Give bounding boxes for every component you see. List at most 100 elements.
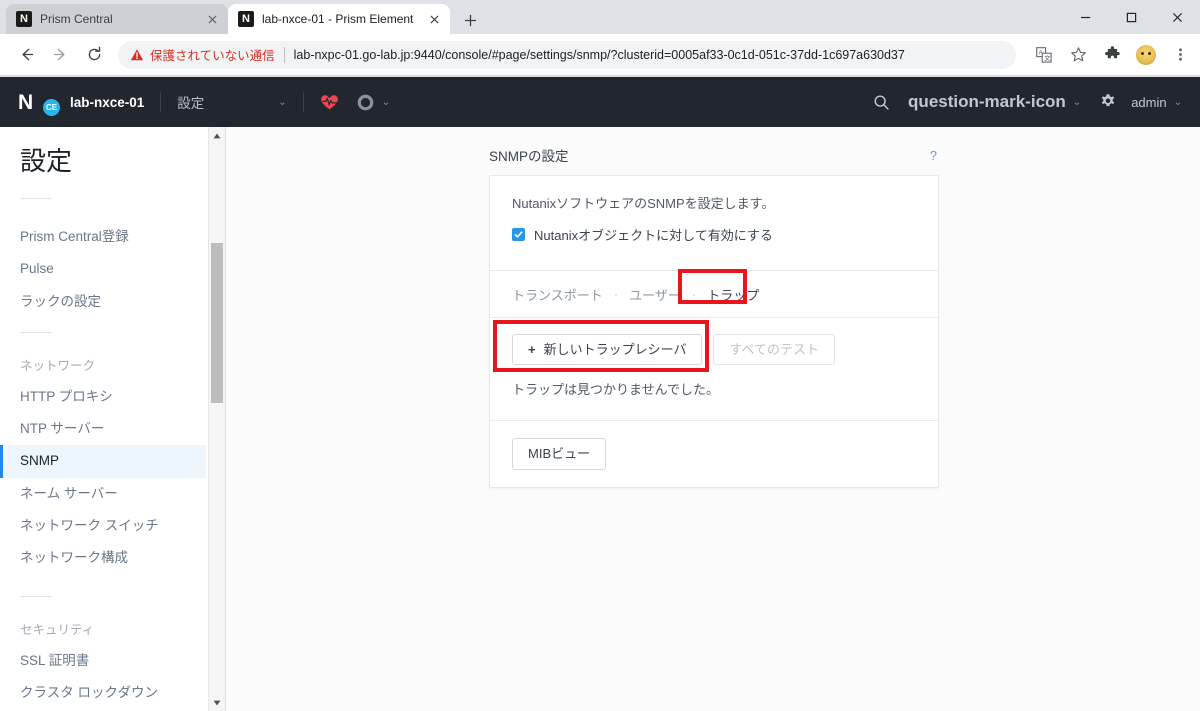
maximize-button[interactable] (1108, 0, 1154, 34)
not-secure-label: 保護されていない通信 (150, 49, 275, 63)
heart-pulse-icon[interactable] (320, 93, 339, 111)
sidebar-list: Prism Central登録 Pulse ラックの設定 ネットワーク HTTP… (0, 205, 206, 710)
sidebar-item-network-switch[interactable]: ネットワーク スイッチ (0, 510, 206, 542)
new-trap-receiver-button[interactable]: + 新しいトラップレシーバ (512, 333, 703, 366)
ring-status-icon[interactable] (357, 94, 374, 111)
panel-title: SNMPの設定 (489, 149, 569, 164)
sidebar-item-snmp[interactable]: SNMP (0, 445, 206, 478)
star-icon[interactable] (1064, 41, 1092, 69)
cluster-name[interactable]: lab-nxce-01 (70, 95, 144, 110)
nav-section-settings[interactable]: 設定 (177, 92, 204, 112)
snmp-card: NutanixソフトウェアのSNMPを設定します。 Nutanixオブジェクトに… (489, 175, 939, 488)
omnibox-divider (283, 46, 285, 63)
question-mark-icon[interactable]: question-mark-icon (908, 92, 1066, 112)
chevron-down-icon[interactable]: ⌄ (1174, 97, 1182, 108)
sidebar-item-cluster-lockdown[interactable]: クラスタ ロックダウン (0, 677, 206, 709)
tab-separator: · (613, 286, 619, 302)
chevron-down-icon[interactable]: ⌄ (1073, 97, 1081, 108)
search-icon[interactable] (873, 94, 890, 111)
snmp-tabs: トランスポート · ユーザー · トラップ (490, 271, 938, 317)
translate-icon[interactable]: A 文 (1030, 41, 1058, 69)
help-glyph: question-mark-icon (908, 92, 1066, 111)
sidebar-item-ssl-certificate[interactable]: SSL 証明書 (0, 645, 206, 677)
tab-title: lab-nxce-01 - Prism Element (262, 12, 414, 26)
main-content: SNMPの設定 ? NutanixソフトウェアのSNMPを設定します。 Nuta… (226, 127, 1200, 711)
chevron-down-icon[interactable]: ⌄ (382, 97, 390, 108)
panel-header: SNMPの設定 ? (489, 145, 939, 175)
tab-strip: N Prism Central N lab-nxce-01 - Prism El… (6, 4, 484, 34)
sidebar-divider (20, 331, 52, 333)
sidebar-item-name-server[interactable]: ネーム サーバー (0, 478, 206, 510)
tab-transport[interactable]: トランスポート (512, 285, 603, 304)
close-icon[interactable] (426, 11, 442, 27)
traps-empty-message: トラップは見つかりませんでした。 (512, 382, 719, 398)
mib-view-button[interactable]: MIBビュー (512, 438, 607, 470)
close-icon[interactable] (204, 11, 220, 27)
nutanix-favicon-icon: N (16, 11, 32, 27)
sidebar-divider (20, 197, 52, 199)
minimize-button[interactable] (1062, 0, 1108, 34)
sidebar-item-prism-central-registration[interactable]: Prism Central登録 (0, 221, 206, 253)
three-dot-menu-icon[interactable] (1166, 41, 1194, 69)
url-text: lab-nxpc-01.go-lab.jp:9440/console/#page… (293, 47, 905, 62)
settings-sidebar: 設定 Prism Central登録 Pulse ラックの設定 ネットワーク H… (0, 127, 225, 711)
help-icon[interactable]: ? (930, 148, 937, 163)
sidebar-group-security: セキュリティ (20, 623, 95, 638)
scroll-down-arrow-icon[interactable] (209, 694, 225, 711)
logo-mark: N (18, 90, 33, 114)
user-menu-label[interactable]: admin (1131, 95, 1166, 110)
checkbox-checked-icon[interactable] (512, 227, 525, 241)
tab-traps[interactable]: トラップ (707, 285, 759, 304)
trap-actions: + 新しいトラップレシーバ すべてのテスト (490, 318, 938, 366)
avatar-icon[interactable] (1132, 41, 1160, 69)
nutanix-favicon-icon: N (238, 11, 254, 27)
svg-text:文: 文 (1044, 54, 1050, 62)
back-arrow-icon[interactable] (12, 41, 40, 69)
title-bar: N Prism Central N lab-nxce-01 - Prism El… (0, 0, 1200, 34)
test-all-button[interactable]: すべてのテスト (713, 333, 836, 366)
sidebar-scrollbar[interactable] (208, 127, 225, 711)
new-trap-receiver-label: 新しいトラップレシーバ (543, 341, 687, 357)
nutanix-logo[interactable]: N CE (18, 89, 60, 116)
browser-toolbar: 保護されていない通信 lab-nxpc-01.go-lab.jp:9440/co… (0, 34, 1200, 76)
mib-section: MIBビュー (490, 421, 938, 487)
sidebar-item-rack-configuration[interactable]: ラックの設定 (0, 286, 206, 318)
address-bar[interactable]: 保護されていない通信 lab-nxpc-01.go-lab.jp:9440/co… (118, 40, 1016, 69)
sidebar-item-pulse[interactable]: Pulse (0, 253, 206, 285)
browser-tab-prism-central[interactable]: N Prism Central (6, 4, 228, 34)
nav-divider (302, 92, 304, 112)
scroll-up-arrow-icon[interactable] (209, 127, 225, 144)
sidebar-item-clipped[interactable] (0, 205, 206, 221)
sidebar-item-ntp-server[interactable]: NTP サーバー (0, 413, 206, 445)
browser-window: N Prism Central N lab-nxce-01 - Prism El… (0, 0, 1200, 711)
new-tab-button[interactable] (456, 6, 484, 34)
nav-divider (160, 92, 162, 112)
chevron-down-icon[interactable]: ⌄ (278, 97, 286, 108)
forward-arrow-icon[interactable] (46, 41, 74, 69)
snmp-settings-panel: SNMPの設定 ? NutanixソフトウェアのSNMPを設定します。 Nuta… (489, 145, 939, 488)
window-controls (1062, 0, 1200, 34)
sidebar-group-network: ネットワーク (20, 358, 96, 373)
snmp-description-section: NutanixソフトウェアのSNMPを設定します。 Nutanixオブジェクトに… (490, 176, 938, 270)
scrollbar-thumb[interactable] (211, 243, 223, 403)
tab-users[interactable]: ユーザー (629, 285, 681, 304)
browser-tab-prism-element[interactable]: N lab-nxce-01 - Prism Element (228, 4, 450, 34)
sidebar-divider (20, 596, 52, 598)
not-secure-warning-icon (130, 48, 144, 62)
snmp-description: NutanixソフトウェアのSNMPを設定します。 (512, 196, 775, 211)
reload-icon[interactable] (80, 41, 108, 69)
gear-icon[interactable] (1099, 93, 1117, 111)
tab-title: Prism Central (40, 12, 113, 26)
sidebar-scroll-area: Prism Central登録 Pulse ラックの設定 ネットワーク HTTP… (0, 205, 224, 711)
sidebar-item-http-proxy[interactable]: HTTP プロキシ (0, 381, 206, 413)
enable-snmp-label: Nutanixオブジェクトに対して有効にする (534, 227, 773, 243)
close-button[interactable] (1154, 0, 1200, 34)
page-title: 設定 (20, 146, 73, 176)
sidebar-item-network-configuration[interactable]: ネットワーク構成 (0, 542, 206, 574)
prism-top-nav: N CE lab-nxce-01 設定 ⌄ ⌄ question-mark-ic… (0, 77, 1200, 127)
enable-snmp-checkbox-row[interactable]: Nutanixオブジェクトに対して有効にする (512, 225, 916, 244)
logo-ce-badge: CE (43, 99, 60, 116)
toolbar-right-icons: A 文 (1024, 41, 1200, 69)
avatar (1136, 44, 1156, 65)
puzzle-icon[interactable] (1098, 41, 1126, 69)
